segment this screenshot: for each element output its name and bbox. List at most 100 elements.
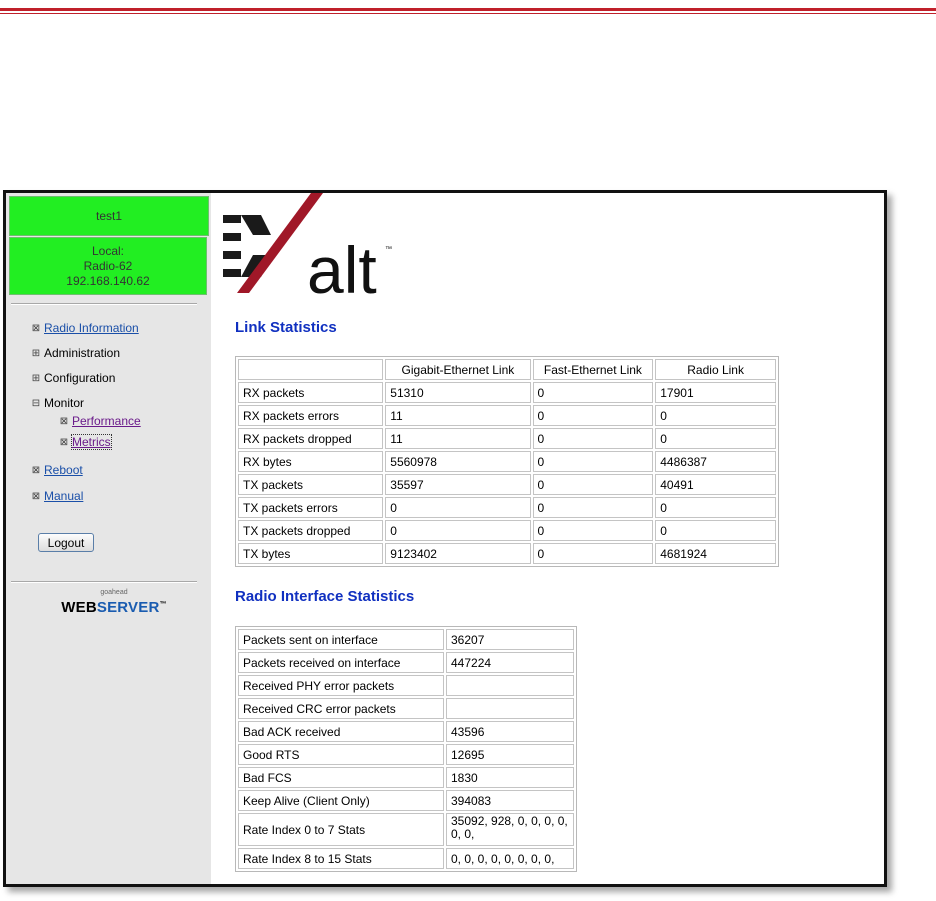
row-label: RX bytes bbox=[238, 451, 384, 472]
table-row: TX packets dropped 0 0 0 bbox=[238, 520, 776, 541]
cell-value: 4681924 bbox=[655, 543, 776, 564]
row-label: Bad FCS bbox=[238, 767, 444, 788]
nav-link-reboot[interactable]: Reboot bbox=[44, 463, 83, 477]
cell-value: 0 bbox=[532, 405, 654, 426]
header-radio: Radio Link bbox=[655, 359, 776, 380]
cell-value: 0 bbox=[532, 520, 654, 541]
cell-value: 0 bbox=[532, 382, 654, 403]
table-row: TX packets errors 0 0 0 bbox=[238, 497, 776, 518]
expand-plus-icon[interactable]: ⊞ bbox=[31, 373, 41, 384]
nav-link-metrics[interactable]: Metrics bbox=[71, 434, 112, 450]
cell-value: 0 bbox=[655, 428, 776, 449]
nav-item-manual[interactable]: ⊠ Manual bbox=[31, 489, 84, 503]
row-label: Bad ACK received bbox=[238, 721, 444, 742]
table-header-row: Gigabit-Ethernet Link Fast-Ethernet Link… bbox=[238, 359, 776, 380]
expand-plus-icon[interactable]: ⊞ bbox=[31, 348, 41, 359]
table-row: Keep Alive (Client Only) 394083 bbox=[238, 790, 574, 811]
cell-value: 447224 bbox=[446, 652, 574, 673]
nav-link-manual[interactable]: Manual bbox=[44, 489, 83, 503]
cell-value: 0 bbox=[532, 543, 654, 564]
nav-label-configuration[interactable]: Configuration bbox=[44, 371, 115, 385]
table-row: RX packets 51310 0 17901 bbox=[238, 382, 776, 403]
boxed-x-icon: ⊠ bbox=[59, 436, 69, 448]
cell-value: 35092, 928, 0, 0, 0, 0, 0, 0, bbox=[446, 813, 574, 846]
row-label: Received CRC error packets bbox=[238, 698, 444, 719]
nav-label-monitor[interactable]: Monitor bbox=[44, 396, 84, 410]
nav-link-performance[interactable]: Performance bbox=[72, 414, 141, 428]
table-row: Received CRC error packets bbox=[238, 698, 574, 719]
logo-tm: ™ bbox=[385, 246, 392, 253]
webserver-tm: ™ bbox=[159, 601, 167, 608]
table-row: Received PHY error packets bbox=[238, 675, 574, 696]
header-rule-thin bbox=[0, 13, 936, 14]
row-label: TX packets errors bbox=[238, 497, 384, 518]
cell-value: 394083 bbox=[446, 790, 574, 811]
cell-value: 11 bbox=[385, 405, 531, 426]
collapse-minus-icon[interactable]: ⊟ bbox=[31, 398, 41, 409]
nav-item-configuration[interactable]: ⊞ Configuration bbox=[31, 371, 116, 385]
logo-text: alt bbox=[307, 233, 377, 301]
browser-window: test1 Local: Radio-62 192.168.140.62 ⊠ R… bbox=[3, 190, 887, 887]
row-label: Good RTS bbox=[238, 744, 444, 765]
nav-link-radio-information[interactable]: Radio Information bbox=[44, 321, 139, 335]
cell-value: 0 bbox=[655, 405, 776, 426]
boxed-x-icon: ⊠ bbox=[31, 490, 41, 502]
cell-value bbox=[446, 698, 574, 719]
radio-name: Radio-62 bbox=[83, 259, 133, 273]
header-gigabit: Gigabit-Ethernet Link bbox=[385, 359, 531, 380]
cell-value: 0 bbox=[532, 451, 654, 472]
nav-item-performance[interactable]: ⊠ Performance bbox=[59, 414, 141, 428]
header-fast: Fast-Ethernet Link bbox=[532, 359, 654, 380]
cell-value: 36207 bbox=[446, 629, 574, 650]
radio-interface-statistics-title: Radio Interface Statistics bbox=[235, 588, 415, 605]
cell-value: 4486387 bbox=[655, 451, 776, 472]
cell-value: 51310 bbox=[385, 382, 531, 403]
sidebar-divider-bottom bbox=[11, 581, 197, 583]
nav-item-radio-information[interactable]: ⊠ Radio Information bbox=[31, 321, 139, 335]
row-label: TX bytes bbox=[238, 543, 384, 564]
table-row: Rate Index 8 to 15 Stats 0, 0, 0, 0, 0, 0… bbox=[238, 848, 574, 869]
table-row: TX bytes 9123402 0 4681924 bbox=[238, 543, 776, 564]
nav-item-administration[interactable]: ⊞ Administration bbox=[31, 346, 120, 360]
row-label: RX packets bbox=[238, 382, 384, 403]
row-label: Packets sent on interface bbox=[238, 629, 444, 650]
table-row: RX packets dropped 11 0 0 bbox=[238, 428, 776, 449]
table-row: Good RTS 12695 bbox=[238, 744, 574, 765]
nav-item-metrics[interactable]: ⊠ Metrics bbox=[59, 434, 112, 450]
device-name-box: test1 bbox=[9, 196, 209, 236]
sidebar: test1 Local: Radio-62 192.168.140.62 ⊠ R… bbox=[6, 193, 211, 884]
webserver-server: SERVER bbox=[96, 599, 160, 616]
logout-button[interactable]: Logout bbox=[38, 533, 94, 552]
cell-value: 0 bbox=[385, 520, 531, 541]
row-label: Received PHY error packets bbox=[238, 675, 444, 696]
table-row: Packets sent on interface 36207 bbox=[238, 629, 574, 650]
cell-value: 17901 bbox=[655, 382, 776, 403]
header-rule bbox=[0, 8, 936, 11]
cell-value: 11 bbox=[385, 428, 531, 449]
nav-item-reboot[interactable]: ⊠ Reboot bbox=[31, 463, 83, 477]
link-statistics-title: Link Statistics bbox=[235, 319, 337, 336]
cell-value: 0 bbox=[655, 497, 776, 518]
row-label: RX packets errors bbox=[238, 405, 384, 426]
row-label: Rate Index 8 to 15 Stats bbox=[238, 848, 444, 869]
table-row: RX packets errors 11 0 0 bbox=[238, 405, 776, 426]
cell-value: 35597 bbox=[385, 474, 531, 495]
boxed-x-icon: ⊠ bbox=[31, 322, 41, 334]
webserver-logo: goahead WEBSERVER™ bbox=[56, 589, 172, 615]
cell-value: 1830 bbox=[446, 767, 574, 788]
main-content: alt ™ Link Statistics Gigabit-Ethernet L… bbox=[211, 193, 884, 884]
row-label: Rate Index 0 to 7 Stats bbox=[238, 813, 444, 846]
nav-item-monitor[interactable]: ⊟ Monitor bbox=[31, 396, 84, 410]
cell-value: 0 bbox=[532, 497, 654, 518]
cell-value: 0 bbox=[655, 520, 776, 541]
device-name: test1 bbox=[95, 209, 122, 223]
nav-label-administration[interactable]: Administration bbox=[44, 346, 120, 360]
webserver-web: WEB bbox=[61, 599, 97, 616]
row-label: TX packets dropped bbox=[238, 520, 384, 541]
table-row: RX bytes 5560978 0 4486387 bbox=[238, 451, 776, 472]
link-statistics-table: Gigabit-Ethernet Link Fast-Ethernet Link… bbox=[235, 356, 779, 567]
cell-value: 5560978 bbox=[385, 451, 531, 472]
table-row: Packets received on interface 447224 bbox=[238, 652, 574, 673]
local-label: Local: bbox=[91, 244, 125, 258]
row-label: RX packets dropped bbox=[238, 428, 384, 449]
